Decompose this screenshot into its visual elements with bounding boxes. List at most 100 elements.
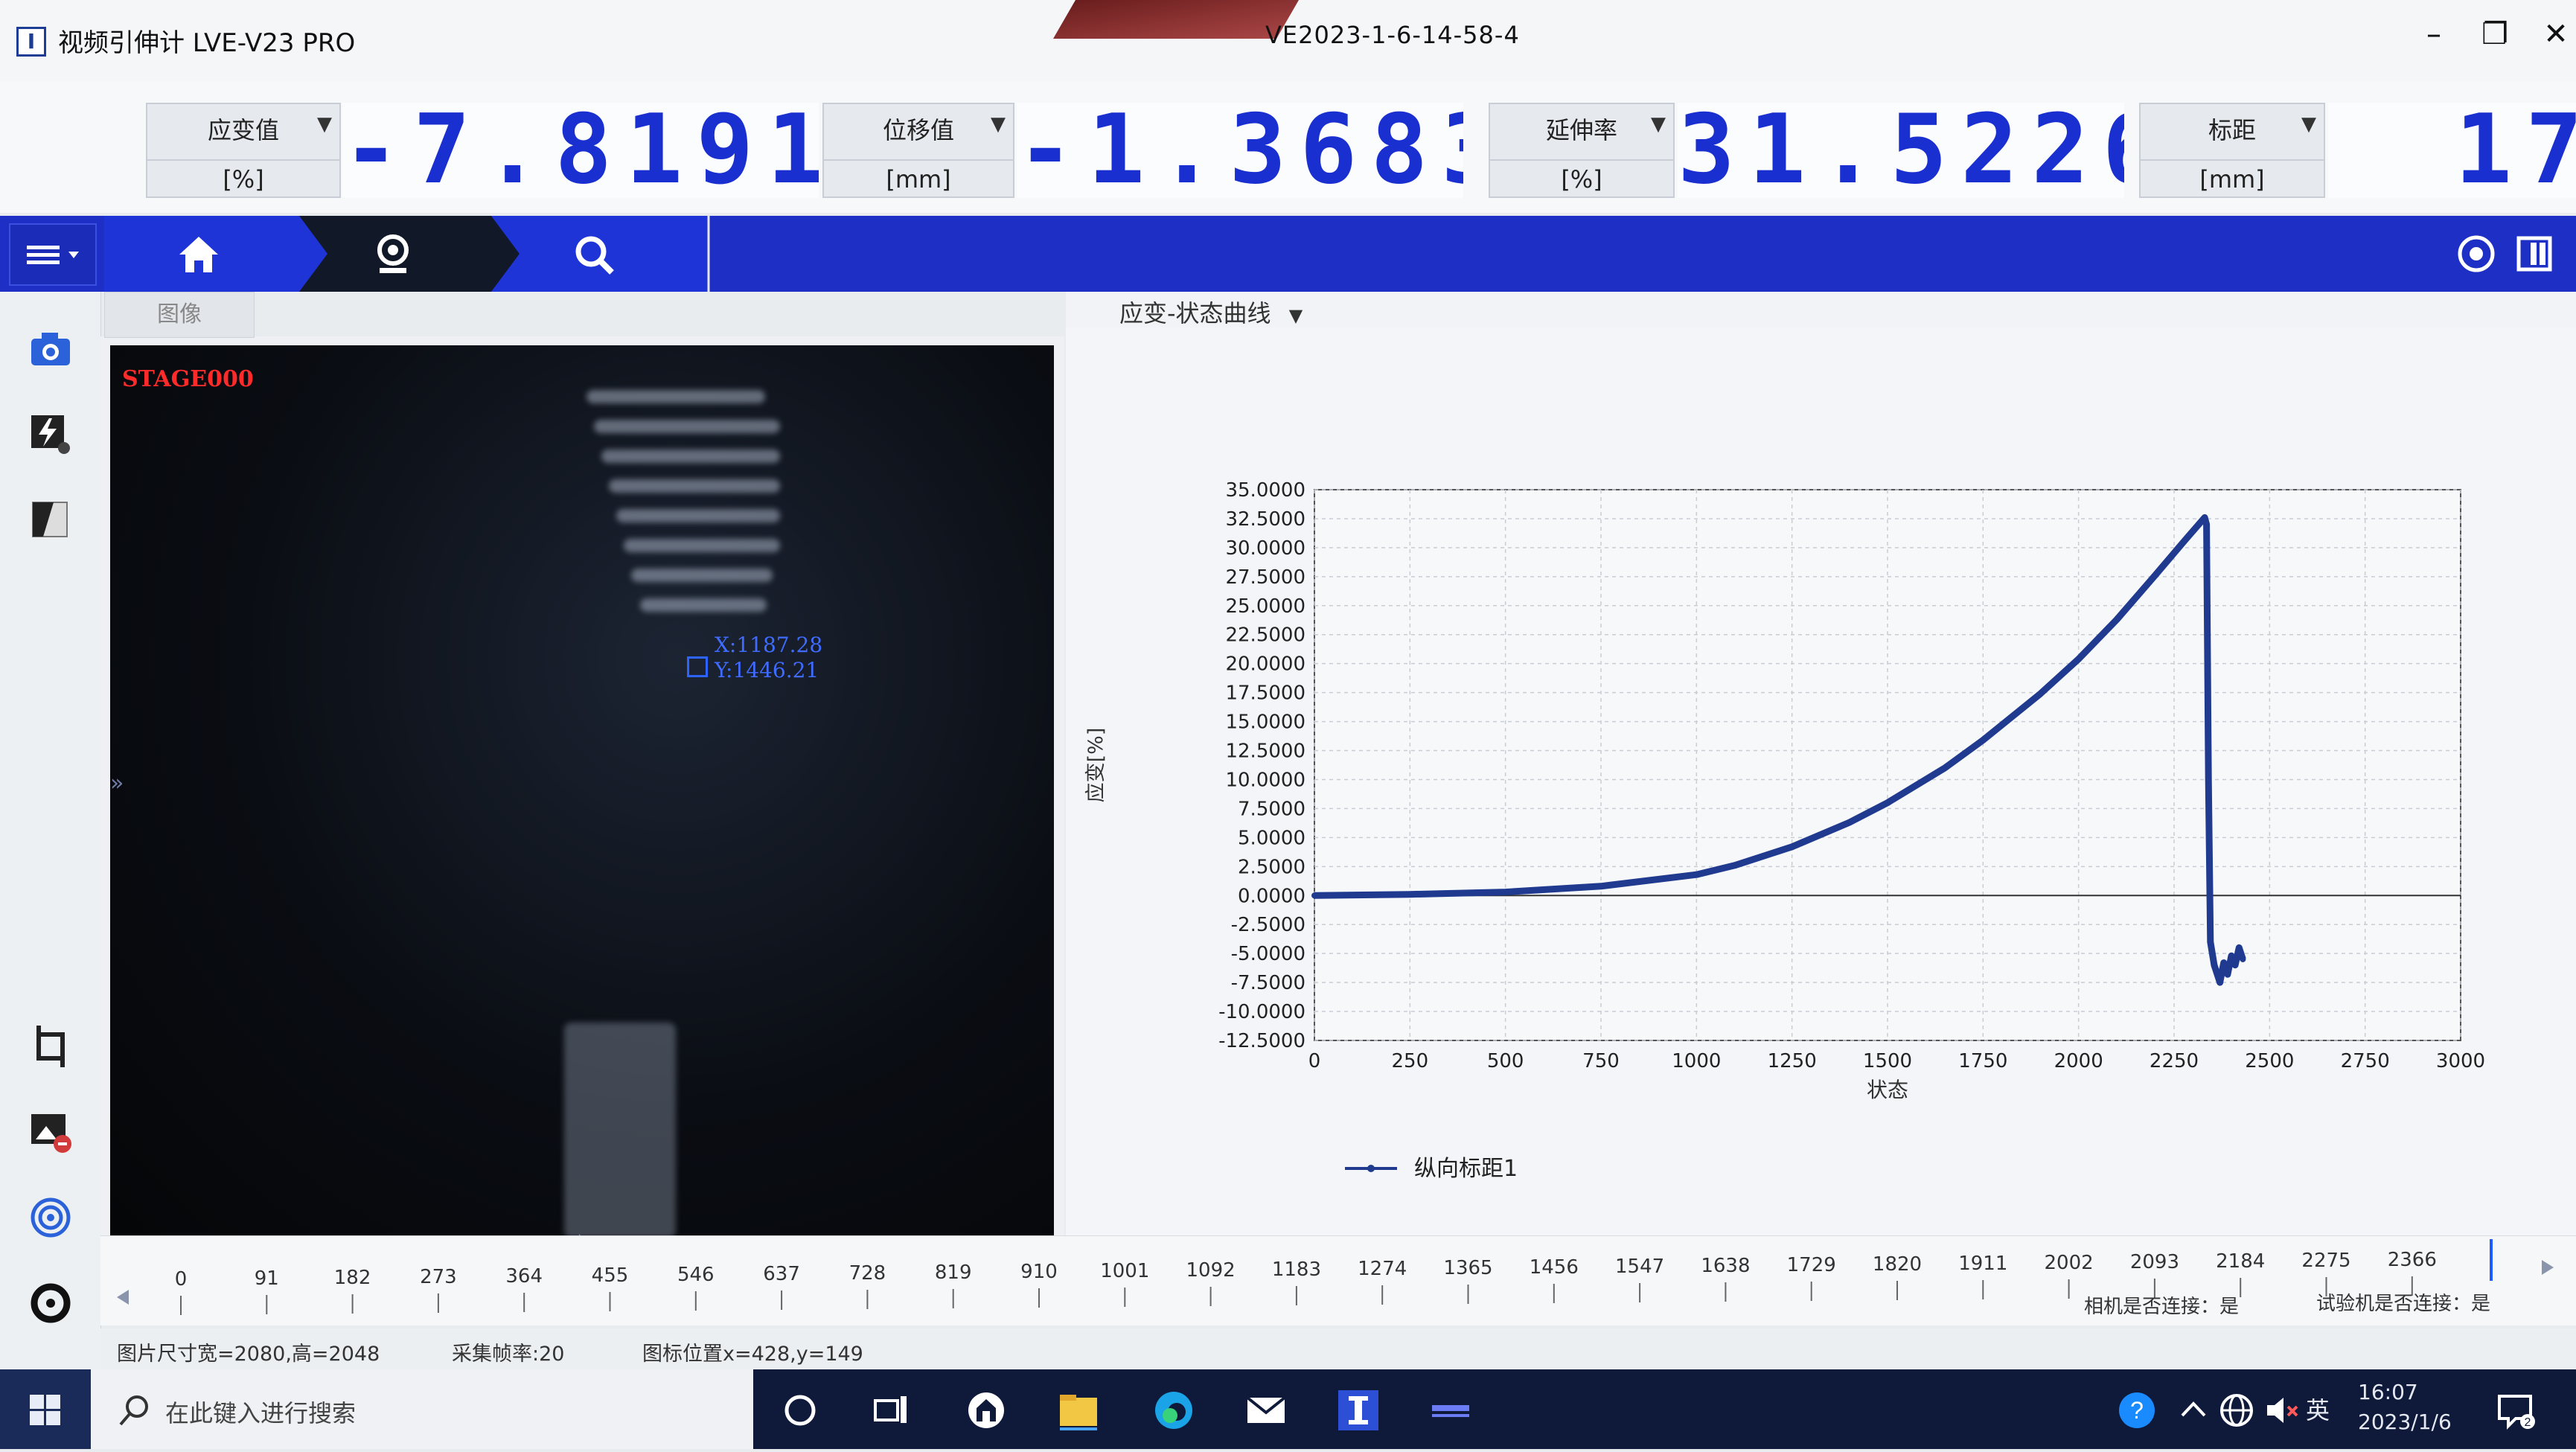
marker-x-coordinate: X:1187.28 [715,633,823,657]
x-tick-label: 0 [1308,1050,1321,1072]
timeline-tick-label: 273 [420,1266,457,1288]
data-point [1407,891,1413,898]
image-settings-icon[interactable] [27,1108,74,1156]
clock-date[interactable]: 2023/1/6 [2358,1410,2452,1434]
title-decoration [1052,0,1300,39]
readout-unit: [mm] [2141,159,2324,194]
cortana-icon[interactable] [779,1389,822,1432]
dropdown-arrow-icon[interactable]: ▼ [317,113,332,135]
data-point [2211,962,2217,968]
scroll-left-icon[interactable] [117,1290,129,1305]
search-icon [119,1395,148,1426]
readout-elongation-label[interactable]: 延伸率 ▼ [%] [1489,103,1675,198]
machine-connection-status: 试验机是否连接：是 [2316,1293,2491,1315]
readout-strain-label[interactable]: 应变值 ▼ [%] [146,103,341,198]
edge-browser-icon[interactable] [1152,1389,1195,1432]
timeline[interactable]: 0 91 182 273 364 455 546 637 728 819 910 1001 1092 11… [100,1235,2576,1325]
marker-box[interactable] [687,656,708,677]
file-explorer-icon[interactable] [1057,1389,1100,1432]
notification-icon[interactable]: 2 [2493,1389,2537,1432]
dropdown-arrow-icon[interactable]: ▼ [1651,113,1666,135]
timeline-tick-label: 1820 [1873,1253,1922,1276]
y-tick-label: 32.5000 [1225,508,1305,531]
tab-image[interactable]: 图像 [104,292,255,338]
data-point [2202,514,2208,521]
timeline-tick-label: 546 [677,1264,715,1286]
camera-icon[interactable] [371,232,415,277]
y-tick-label: 30.0000 [1225,537,1305,560]
scroll-right-icon[interactable] [2542,1260,2554,1275]
chart-header: 应变-状态曲线 ▼ [1066,292,2576,328]
volume-muted-icon[interactable] [2260,1389,2303,1432]
x-tick-label: 3000 [2436,1050,2485,1072]
task-view-icon[interactable] [869,1389,913,1432]
menu-button[interactable] [9,223,97,286]
specimen-lower [564,1023,676,1238]
timeline-tick-label: 1729 [1787,1254,1836,1276]
signal-icon[interactable] [27,1194,74,1241]
readout-displacement-value: -1.3683 [1017,103,1463,198]
readout-strip: 应变值 ▼ [%] -7.8191 位移值 ▼ [mm] -1.3683 延伸率… [0,82,2576,213]
timeline-tick-label: 0 [175,1268,188,1291]
dropdown-arrow-icon[interactable]: ▼ [2301,113,2316,135]
readout-strain-value: -7.8191 [342,103,819,198]
readout-displacement-label[interactable]: 位移值 ▼ [mm] [822,103,1014,198]
file-title: VE2023-1-6-14-58-4 [1265,21,1520,49]
readout-gauge-length-value: 17. [2328,103,2576,198]
taskbar-search-box[interactable]: 在此键入进行搜索 [91,1369,753,1449]
network-icon[interactable] [2215,1389,2258,1432]
crop-icon[interactable] [27,1023,74,1070]
dropdown-arrow-icon[interactable]: ▼ [991,113,1006,135]
panel-toggle-icon[interactable] [2511,231,2557,277]
input-method-indicator[interactable]: 英 [2306,1392,2330,1426]
x-tick-label: 2500 [2245,1050,2294,1072]
readout-gauge-length-label[interactable]: 标距 ▼ [mm] [2139,103,2325,198]
help-icon[interactable]: ? [2115,1389,2158,1432]
expand-panel-icon[interactable]: » [110,770,124,796]
camera-view[interactable]: STAGE000 X:1187.28 Y:1446.21 [110,345,1054,1238]
settings-icon[interactable] [27,1279,74,1327]
data-point [1598,883,1604,889]
timeline-tick-label: 182 [334,1267,371,1289]
y-tick-label: 25.0000 [1225,595,1305,618]
search-icon[interactable] [572,232,616,277]
data-point [2236,944,2243,951]
home-icon[interactable] [176,232,221,277]
chart-area: 35.0000 32.5000 30.0000 27.5000 25.0000 22.50… [1066,327,2576,1235]
data-point [2037,691,2044,697]
x-tick-label: 2750 [2341,1050,2390,1072]
readout-unit: [%] [147,159,339,194]
mail-icon[interactable] [1244,1389,1288,1432]
readout-name: 位移值 [882,116,954,144]
legend-entry: 纵向标距1 [1414,1156,1518,1182]
extensometer-app-icon[interactable] [1337,1389,1380,1432]
specimen-stripe [616,509,780,522]
minimize-icon[interactable]: – [2412,13,2456,58]
close-icon[interactable]: ✕ [2534,13,2576,58]
timeline-tick-label: 1638 [1701,1255,1750,1277]
specimen-stripe [601,450,780,463]
app-icon: I [16,27,46,57]
flash-settings-icon[interactable] [27,411,74,458]
timeline-tick-label: 364 [505,1265,543,1288]
timeline-tick-label: 2366 [2388,1249,2437,1271]
start-button[interactable] [0,1369,91,1449]
data-point [1846,819,1853,826]
restore-icon[interactable]: ❐ [2473,13,2517,58]
taskbar-window-icon[interactable] [1429,1389,1472,1432]
x-tick-label: 500 [1487,1050,1524,1072]
clock-time[interactable]: 16:07 [2358,1380,2418,1404]
specimen-stripe [594,420,780,433]
marker-y-coordinate: Y:1446.21 [715,658,819,682]
capture-camera-icon[interactable] [27,325,74,373]
chart-type-dropdown[interactable]: 应变-状态曲线 ▼ [1119,295,1303,329]
tray-expand-icon[interactable] [2172,1389,2215,1432]
app-shortcut-icon[interactable] [965,1389,1008,1432]
data-point [2224,971,2231,978]
data-point [1980,737,1987,743]
data-point [1502,889,1509,895]
y-tick-label: -7.5000 [1231,972,1305,994]
timeline-tick-label: 728 [849,1262,886,1285]
contrast-icon[interactable] [27,496,74,544]
target-icon[interactable] [2453,231,2499,277]
